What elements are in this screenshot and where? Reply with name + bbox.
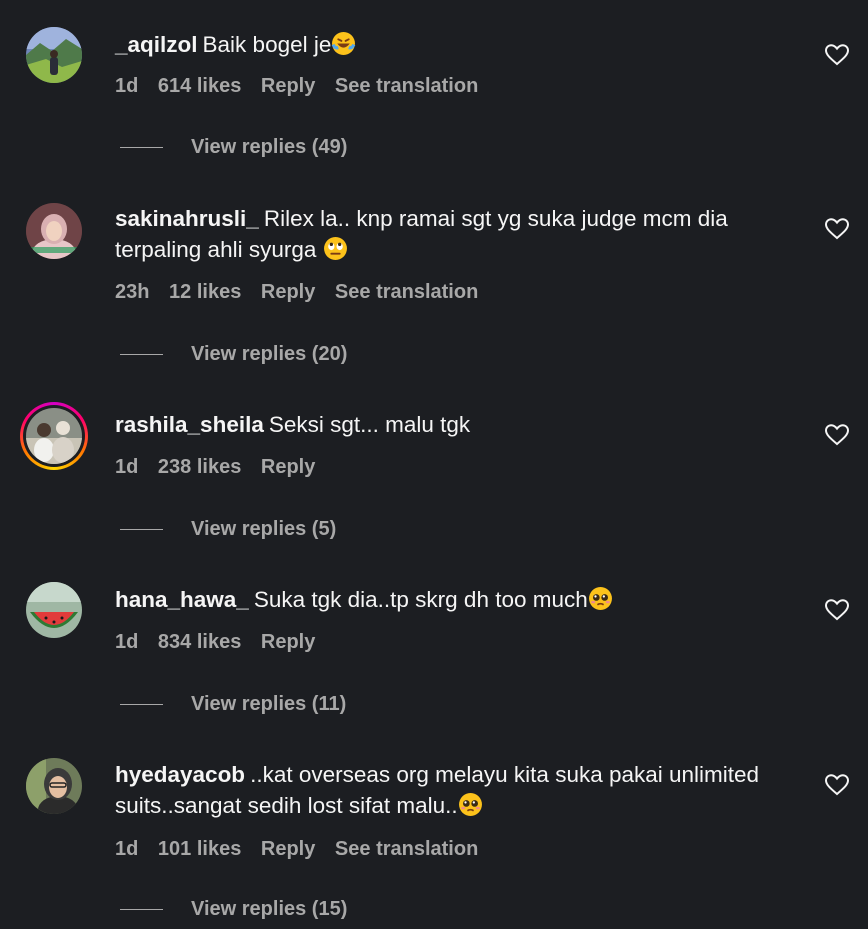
comment-age: 1d — [115, 631, 139, 653]
heart-icon[interactable] — [825, 44, 849, 66]
comment-meta: 1d 238 likes Reply — [115, 456, 329, 479]
heart-icon[interactable] — [825, 599, 849, 621]
comment-age: 23h — [115, 281, 150, 303]
comment-text: _aqilzol Baik bogel je — [115, 29, 795, 60]
reply-button[interactable]: Reply — [261, 631, 315, 653]
replies-divider — [120, 354, 163, 356]
heart-icon[interactable] — [825, 774, 849, 796]
view-replies-label: View replies (15) — [191, 898, 348, 920]
comment-text: hyedayacob ..kat overseas org melayu kita… — [115, 759, 795, 821]
view-replies-label: View replies (5) — [191, 518, 337, 540]
comment-meta: 23h 12 likes Reply See translation — [115, 281, 492, 304]
see-translation-button[interactable]: See translation — [335, 281, 478, 303]
comment-meta: 1d 614 likes Reply See translation — [115, 75, 492, 98]
see-translation-button[interactable]: See translation — [335, 838, 478, 860]
comment-body: Seksi sgt... malu tgk — [268, 412, 471, 437]
like-count[interactable]: 834 likes — [158, 631, 241, 653]
like-count[interactable]: 614 likes — [158, 75, 241, 97]
heart-icon[interactable] — [825, 218, 849, 240]
story-ring — [20, 402, 88, 470]
comment-body: Baik bogel je — [202, 32, 332, 57]
comment-age: 1d — [115, 838, 139, 860]
laughing-tears-emoji — [332, 32, 356, 55]
comment-text: hana_hawa_ Suka tgk dia..tp skrg dh too m… — [115, 584, 795, 615]
reply-button[interactable]: Reply — [261, 75, 315, 97]
comment-text: rashila_sheila Seksi sgt... malu tgk — [115, 409, 795, 440]
comment-age: 1d — [115, 75, 139, 97]
reply-button[interactable]: Reply — [261, 456, 315, 478]
reply-button[interactable]: Reply — [261, 281, 315, 303]
avatar[interactable] — [20, 402, 88, 470]
comment-meta: 1d 834 likes Reply — [115, 631, 329, 654]
view-replies-button[interactable]: View replies (15) — [120, 898, 347, 921]
replies-divider — [120, 529, 163, 531]
see-translation-button[interactable]: See translation — [335, 75, 478, 97]
username[interactable]: hana_hawa_ — [115, 587, 249, 612]
comment-body: Suka tgk dia..tp skrg dh too much — [253, 587, 588, 612]
pleading-face-emoji — [588, 587, 612, 610]
username[interactable]: _aqilzol — [115, 32, 198, 57]
replies-divider — [120, 147, 163, 149]
eye-roll-emoji — [323, 237, 347, 260]
comment-text: sakinahrusli_ Rilex la.. knp ramai sgt yg… — [115, 203, 795, 265]
avatar[interactable] — [26, 758, 82, 814]
avatar[interactable] — [26, 582, 82, 638]
like-count[interactable]: 12 likes — [169, 281, 241, 303]
replies-divider — [120, 704, 163, 706]
view-replies-label: View replies (20) — [191, 343, 348, 365]
avatar[interactable] — [26, 203, 82, 259]
heart-icon[interactable] — [825, 424, 849, 446]
comment-meta: 1d 101 likes Reply See translation — [115, 838, 492, 861]
username[interactable]: hyedayacob — [115, 762, 245, 787]
view-replies-label: View replies (49) — [191, 136, 348, 158]
replies-divider — [120, 909, 163, 911]
view-replies-button[interactable]: View replies (5) — [120, 518, 336, 541]
pleading-face-emoji — [458, 793, 482, 816]
like-count[interactable]: 101 likes — [158, 838, 241, 860]
comment-age: 1d — [115, 456, 139, 478]
avatar[interactable] — [26, 27, 82, 83]
like-count[interactable]: 238 likes — [158, 456, 241, 478]
username[interactable]: sakinahrusli_ — [115, 206, 259, 231]
view-replies-button[interactable]: View replies (49) — [120, 136, 347, 159]
username[interactable]: rashila_sheila — [115, 412, 264, 437]
view-replies-label: View replies (11) — [191, 693, 347, 715]
reply-button[interactable]: Reply — [261, 838, 315, 860]
view-replies-button[interactable]: View replies (11) — [120, 693, 346, 716]
view-replies-button[interactable]: View replies (20) — [120, 343, 347, 366]
